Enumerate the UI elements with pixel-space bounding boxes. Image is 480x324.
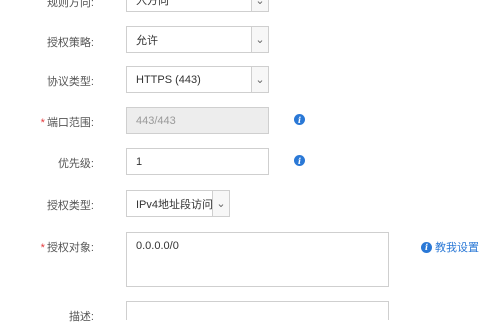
port-range-label: * 端口范围:: [41, 114, 94, 130]
chevron-down-icon: ⌄: [212, 191, 229, 216]
policy-select[interactable]: 允许 ⌄: [126, 26, 269, 53]
required-mark: *: [40, 242, 45, 254]
description-label: 描述:: [68, 311, 94, 323]
priority-input[interactable]: 1: [126, 148, 269, 175]
chevron-down-icon: ⌄: [251, 27, 268, 52]
help-link[interactable]: i 教我设置: [421, 239, 479, 255]
rule-direction-value: 入方向: [136, 0, 169, 7]
port-range-label-text: 端口范围:: [46, 117, 94, 129]
port-range-value: 443/443: [136, 114, 176, 127]
auth-object-label: * 授权对象:: [41, 239, 94, 255]
rule-direction-select[interactable]: 入方向 ⌄: [126, 0, 269, 12]
help-link-text: 教我设置: [435, 242, 479, 254]
protocol-value: HTTPS (443): [136, 73, 201, 86]
info-icon[interactable]: i: [294, 114, 305, 125]
auth-type-select[interactable]: IPv4地址段访问 ⌄: [126, 190, 230, 217]
policy-label: 授权策略:: [46, 37, 94, 49]
policy-value: 允许: [136, 34, 158, 47]
chevron-down-icon: ⌄: [251, 0, 268, 11]
protocol-select[interactable]: HTTPS (443) ⌄: [126, 66, 269, 93]
rule-direction-label: 规则方向:: [46, 0, 94, 9]
auth-type-label: 授权类型:: [46, 200, 94, 212]
auth-object-label-text: 授权对象:: [46, 242, 94, 254]
port-range-input: 443/443: [126, 107, 269, 134]
description-textarea[interactable]: [126, 301, 389, 320]
auth-object-value: 0.0.0.0/0: [136, 240, 179, 252]
auth-type-value: IPv4地址段访问: [136, 198, 214, 211]
priority-label: 优先级:: [57, 158, 94, 170]
priority-value: 1: [136, 155, 143, 168]
info-icon[interactable]: i: [294, 155, 305, 166]
required-mark: *: [40, 117, 45, 129]
protocol-label: 协议类型:: [46, 76, 94, 88]
auth-object-textarea[interactable]: 0.0.0.0/0: [126, 232, 389, 287]
info-icon: i: [421, 241, 432, 253]
chevron-down-icon: ⌄: [251, 67, 268, 92]
